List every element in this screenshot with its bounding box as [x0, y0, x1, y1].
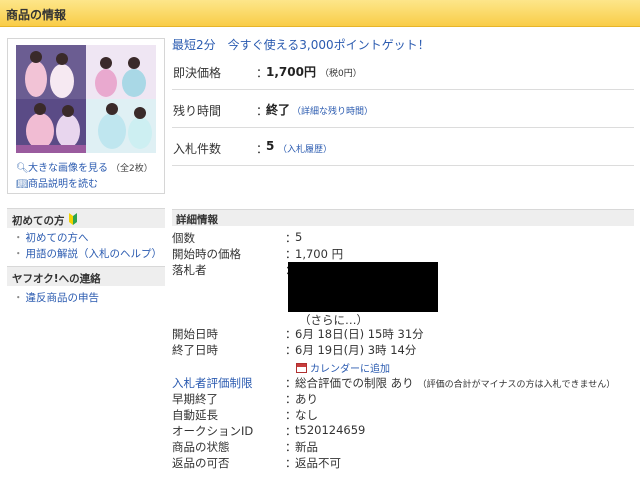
detail-label: 個数 — [172, 231, 195, 245]
bullet: ・ — [13, 232, 24, 244]
remaining-time-label: 残り時間 — [173, 104, 222, 118]
detail-value: あり — [295, 392, 318, 406]
photo-panel: 🔍︎大きな画像を見る （全2枚） 📖︎商品説明を読む — [7, 38, 165, 194]
detail-label: 開始時の価格 — [172, 247, 241, 261]
image-count: （全2枚） — [111, 164, 153, 174]
detail-label: 早期終了 — [172, 392, 218, 406]
detail-value: 新品 — [295, 440, 318, 454]
detail-row-end-date: 終了日時 ： 6月 19日(月) 3時 14分 — [172, 342, 634, 358]
bid-count-label: 入札件数 — [173, 142, 222, 156]
magnifier-icon: 🔍︎ — [16, 163, 29, 174]
detail-label: 終了日時 — [172, 343, 218, 357]
detail-row-auto-extend: 自動延長 ： なし — [172, 407, 634, 423]
product-photo-collage — [16, 45, 156, 153]
rating-limit-value: 総合評価での制限 あり — [295, 376, 414, 390]
bid-history-link[interactable]: （入札履歴） — [278, 142, 332, 155]
enlarge-image-link[interactable]: 🔍︎大きな画像を見る （全2枚） — [16, 159, 153, 174]
remaining-time-detail-link[interactable]: （詳細な残り時間） — [292, 104, 373, 117]
sidebar-link-report-item[interactable]: ・違反商品の申告 — [13, 290, 99, 305]
buyout-price-row: 即決価格 ： 1,700円 （税0円） — [172, 52, 634, 90]
details-section-header: 詳細情報 — [172, 209, 634, 226]
remaining-time-value: 終了 — [266, 103, 291, 117]
contact-title: ヤフオク!への連絡 — [12, 273, 101, 285]
detail-label: 開始日時 — [172, 327, 218, 341]
detail-label: 自動延長 — [172, 408, 218, 422]
sidebar-link-label: 初めての方へ — [25, 232, 89, 244]
add-to-calendar-label: カレンダーに追加 — [310, 364, 390, 375]
beginner-mark-icon — [69, 213, 77, 225]
beginners-section-header: 初めての方 — [7, 208, 165, 228]
detail-value: 1,700 円 — [295, 247, 344, 261]
bid-count-row: 入札件数 ： 5 （入札履歴） — [172, 128, 634, 166]
detail-row-early-end: 早期終了 ： あり — [172, 391, 634, 407]
sidebar-link-label: 用語の解説（入札のヘルプ） — [25, 248, 163, 260]
book-icon: 📖︎ — [16, 179, 29, 190]
calendar-icon — [296, 363, 307, 373]
rating-limit-note: （評価の合計がマイナスの方は入札できません） — [417, 380, 616, 390]
detail-value: 6月 18日(日) 15時 31分 — [295, 327, 424, 341]
read-description-link[interactable]: 📖︎商品説明を読む — [16, 175, 98, 190]
detail-row-quantity: 個数 ： 5 — [172, 230, 634, 246]
detail-value: 6月 19日(月) 3時 14分 — [295, 343, 417, 357]
product-photo[interactable] — [16, 45, 156, 153]
promo-banner-link[interactable]: 最短2分 今すぐ使える3,000ポイントゲット！ — [172, 36, 430, 53]
enlarge-image-label: 大きな画像を見る — [28, 163, 108, 174]
add-to-calendar-link[interactable]: カレンダーに追加 — [296, 360, 390, 375]
detail-row-start-price: 開始時の価格 ： 1,700 円 — [172, 246, 634, 262]
bullet: ・ — [13, 248, 24, 260]
detail-value: t520124659 — [295, 423, 366, 437]
detail-row-bidder-rating-limit: 入札者評価制限 ： 総合評価での制限 あり （評価の合計がマイナスの方は入札できま… — [172, 375, 634, 391]
sidebar-link-label: 違反商品の申告 — [25, 292, 100, 304]
bullet: ・ — [13, 292, 24, 304]
detail-label: 落札者 — [172, 263, 207, 277]
detail-value: 5 — [295, 230, 303, 244]
beginners-title: 初めての方 — [12, 215, 65, 227]
detail-row-start-date: 開始日時 ： 6月 18日(日) 15時 31分 — [172, 326, 634, 342]
detail-row-condition: 商品の状態 ： 新品 — [172, 439, 634, 455]
detail-value: 返品不可 — [295, 456, 341, 470]
buyout-price-value: 1,700円 — [266, 65, 316, 79]
detail-value: なし — [295, 408, 318, 422]
detail-label: 商品の状態 — [172, 440, 230, 454]
remaining-time-row: 残り時間 ： 終了 （詳細な残り時間） — [172, 90, 634, 128]
detail-row-auction-id: オークションID ： t520124659 — [172, 423, 634, 439]
section-title: 商品の情報 — [6, 8, 67, 22]
section-header-bar: 商品の情報 — [0, 0, 640, 27]
bid-count-value: 5 — [266, 139, 275, 153]
contact-section-header: ヤフオク!への連絡 — [7, 266, 165, 286]
details-title: 詳細情報 — [176, 214, 218, 226]
detail-row-returns: 返品の可否 ： 返品不可 — [172, 455, 634, 471]
detail-label: オークションID — [172, 424, 254, 438]
winner-redacted-box — [288, 262, 438, 312]
bidder-rating-limit-link[interactable]: 入札者評価制限 — [172, 375, 253, 391]
tax-note: （税0円） — [320, 69, 362, 79]
detail-value: 総合評価での制限 あり （評価の合計がマイナスの方は入札できません） — [295, 375, 615, 391]
sidebar-link-beginners-guide[interactable]: ・初めての方へ — [13, 230, 89, 245]
read-description-label: 商品説明を読む — [28, 179, 98, 190]
buyout-price-label: 即決価格 — [173, 66, 222, 80]
sidebar-link-glossary[interactable]: ・用語の解説（入札のヘルプ） — [13, 246, 162, 261]
detail-label: 返品の可否 — [172, 456, 230, 470]
